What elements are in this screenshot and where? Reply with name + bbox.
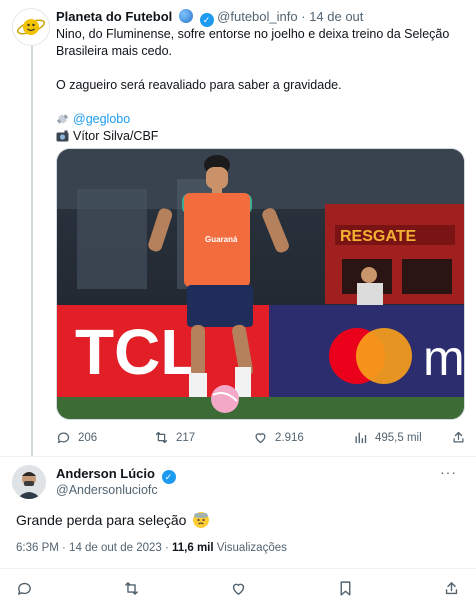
views-bar-icon	[355, 432, 367, 444]
board-left-text: TCL	[75, 316, 199, 388]
timestamp[interactable]: 6:36 PM · 14 de out de 2023 ·	[16, 542, 169, 554]
anxious-face-emoji-icon	[193, 512, 210, 528]
like-button[interactable]	[230, 580, 247, 597]
board-right-text: m	[423, 330, 465, 386]
comment-icon	[57, 432, 70, 444]
heart-icon	[255, 433, 266, 444]
divider	[0, 568, 476, 569]
share-icon	[445, 582, 458, 595]
quoted-tweet[interactable]: Planeta do Futebol ✓ @futebol_info · 14 …	[0, 0, 476, 460]
author-handle[interactable]: @futebol_info	[217, 9, 297, 24]
tweet-date[interactable]: 14 de out	[309, 9, 363, 24]
verified-badge-icon: ✓	[161, 470, 176, 484]
avatar[interactable]	[12, 465, 46, 499]
bookmark-button[interactable]	[337, 580, 354, 597]
views-button[interactable]: 495,5 mil	[353, 430, 422, 445]
truck-text: RESGATE	[340, 228, 416, 245]
verified-badge-icon: ✓	[199, 13, 214, 27]
share-button[interactable]	[451, 430, 466, 445]
separator: ·	[301, 9, 306, 24]
reply-count: 206	[78, 431, 98, 444]
tweet-text-line: Brasileira mais cedo.	[56, 44, 173, 58]
reply-button[interactable]: 206	[56, 430, 97, 445]
heart-icon	[232, 583, 245, 595]
mention-link[interactable]: @geglobo	[73, 112, 130, 126]
views-count: 11,6 mil	[172, 542, 214, 554]
retweet-count: 217	[176, 431, 196, 444]
comment-icon	[18, 582, 31, 595]
tweet-text: Nino, do Fluminense, sofre entorse no jo…	[56, 26, 466, 145]
retweet-button[interactable]	[123, 580, 140, 597]
planet-logo-icon	[16, 19, 46, 35]
tweet-photo[interactable]: RESGATE TCL m Guaraná	[56, 148, 465, 420]
globe-icon	[178, 9, 193, 23]
like-button[interactable]: 2.916	[253, 430, 304, 445]
tweet-text-line: O zagueiro será reavaliado para saber a …	[56, 78, 342, 92]
photo-credit: Vítor Silva/CBF	[73, 129, 159, 143]
views-count: 495,5 mil	[375, 431, 422, 444]
share-button[interactable]	[443, 580, 460, 597]
reply-author: Anderson Lúcio ✓	[56, 466, 176, 484]
satellite-icon	[56, 114, 69, 124]
thread-line	[31, 42, 33, 456]
tweet-action-bar: 206 217 2.916 495,5 mil	[56, 430, 466, 448]
camera-icon	[56, 130, 69, 142]
tweet-header: Planeta do Futebol ✓ @futebol_info · 14 …	[56, 9, 363, 27]
reply-text: Grande perda para seleção	[16, 512, 210, 528]
tweet-meta: 6:36 PM · 14 de out de 2023 · 11,6 mil V…	[16, 542, 287, 554]
retweet-button[interactable]: 217	[154, 430, 195, 445]
views-label: Visualizações	[216, 542, 287, 554]
share-icon	[453, 431, 464, 443]
avatar[interactable]	[12, 8, 50, 46]
reply-button[interactable]	[16, 580, 33, 597]
photo-credit-line: Vítor Silva/CBF	[56, 128, 466, 145]
retweet-icon	[155, 431, 168, 444]
retweet-icon	[125, 582, 138, 595]
training-photo-image: RESGATE TCL m Guaraná	[57, 149, 465, 419]
author-name[interactable]: Planeta do Futebol	[56, 9, 172, 24]
author-name[interactable]: Anderson Lúcio	[56, 466, 155, 481]
credit-link-line: @geglobo	[56, 111, 466, 128]
reply-action-bar	[0, 580, 476, 600]
divider	[0, 456, 476, 457]
bookmark-icon	[340, 581, 351, 596]
user-avatar-image	[12, 465, 46, 499]
more-options-icon[interactable]: ···	[440, 464, 457, 480]
tweet-text-line: Nino, do Fluminense, sofre entorse no jo…	[56, 27, 450, 41]
bib-brand-text: Guaraná	[205, 235, 238, 244]
reply-text-content: Grande perda para seleção	[16, 512, 187, 528]
like-count: 2.916	[275, 431, 304, 444]
author-handle[interactable]: @Andersonluciofc	[56, 483, 158, 497]
